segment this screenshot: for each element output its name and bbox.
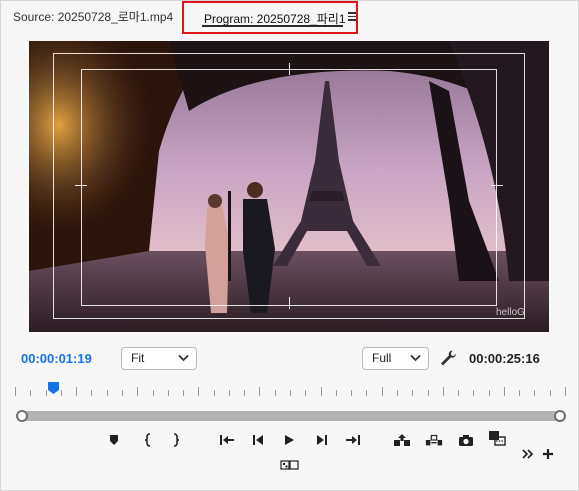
go-to-out-icon	[346, 435, 360, 445]
playhead-indicator[interactable]	[48, 382, 59, 394]
lift-icon	[394, 434, 410, 446]
marker-icon	[110, 435, 118, 445]
program-tab-highlight: Program: 20250728_파리1	[182, 1, 358, 34]
ruler-tick	[473, 390, 474, 396]
mark-out-icon	[173, 433, 180, 447]
active-tab-underline	[202, 25, 343, 27]
tab-program-monitor[interactable]: Program: 20250728_파리1	[204, 3, 346, 35]
ruler-tick	[565, 387, 566, 396]
play-icon	[285, 435, 294, 445]
ruler-tick	[137, 387, 138, 396]
playback-resolution-dropdown[interactable]: Full	[362, 347, 429, 370]
extract-icon	[425, 434, 443, 446]
chevron-down-icon	[410, 354, 421, 362]
zoom-scroll-track[interactable]	[20, 411, 562, 421]
ruler-tick	[30, 390, 31, 396]
go-to-out-button[interactable]	[344, 431, 362, 449]
panel-tab-bar: Source: 20250728_로마1.mp4 Program: 202507…	[1, 1, 578, 34]
ruler-tick	[290, 390, 291, 396]
ruler-tick	[15, 387, 16, 396]
time-ruler[interactable]	[15, 381, 566, 399]
plus-icon[interactable]	[541, 447, 555, 461]
ruler-tick	[550, 390, 551, 396]
export-frame-icon	[459, 434, 473, 446]
ruler-tick	[122, 390, 123, 396]
ruler-tick	[61, 390, 62, 396]
insert-clip-icon	[489, 431, 506, 446]
insert-clip-button[interactable]	[488, 429, 506, 447]
duration-timecode: 00:00:25:16	[469, 351, 540, 366]
ruler-tick	[534, 390, 535, 396]
zoom-level-value: Fit	[131, 351, 145, 365]
ruler-tick	[229, 390, 230, 396]
comparison-view-icon[interactable]	[280, 458, 300, 472]
step-back-icon	[252, 435, 263, 445]
zoom-handle-right[interactable]	[554, 410, 566, 422]
hamburger-icon[interactable]	[348, 12, 356, 22]
playback-resolution-value: Full	[372, 351, 392, 365]
extract-button[interactable]	[425, 431, 443, 449]
safe-guide-tick-left	[75, 185, 87, 186]
mark-in-icon	[144, 433, 151, 447]
go-to-in-button[interactable]	[218, 431, 236, 449]
mark-out-button[interactable]	[167, 431, 185, 449]
ruler-tick	[107, 390, 108, 396]
ruler-tick	[366, 390, 367, 396]
ruler-tick	[214, 390, 215, 396]
safe-guide-tick-right	[491, 185, 503, 186]
ruler-tick	[168, 390, 169, 396]
ruler-tick	[382, 387, 383, 396]
ruler-tick	[259, 387, 260, 396]
ruler-tick	[412, 390, 413, 396]
ruler-tick	[443, 387, 444, 396]
add-marker-button[interactable]	[105, 431, 123, 449]
wrench-icon[interactable]	[440, 349, 457, 366]
mark-in-button[interactable]	[139, 431, 157, 449]
chevron-down-icon	[178, 354, 189, 362]
ruler-tick	[519, 390, 520, 396]
zoom-level-dropdown[interactable]: Fit	[121, 347, 197, 370]
playhead-timecode[interactable]: 00:00:01:19	[21, 351, 92, 366]
lift-button[interactable]	[393, 431, 411, 449]
export-frame-button[interactable]	[457, 431, 475, 449]
ruler-tick	[458, 390, 459, 396]
zoom-handle-left[interactable]	[16, 410, 28, 422]
zoom-scroll-bar[interactable]	[16, 410, 566, 422]
ruler-tick	[305, 390, 306, 396]
ruler-tick	[336, 390, 337, 396]
ruler-tick	[351, 390, 352, 396]
step-back-button[interactable]	[249, 431, 267, 449]
ruler-tick	[321, 387, 322, 396]
step-forward-button[interactable]	[312, 431, 330, 449]
ruler-tick	[153, 390, 154, 396]
play-button[interactable]	[280, 431, 298, 449]
ruler-tick	[198, 387, 199, 396]
step-forward-icon	[316, 435, 327, 445]
title-safe-guide	[81, 69, 497, 306]
ruler-tick	[428, 390, 429, 396]
ruler-tick	[244, 390, 245, 396]
safe-guide-tick-bottom	[289, 297, 290, 309]
video-viewer[interactable]: helloG	[29, 41, 549, 332]
tab-source-monitor[interactable]: Source: 20250728_로마1.mp4	[13, 1, 173, 33]
ruler-tick	[489, 390, 490, 396]
ruler-tick	[397, 390, 398, 396]
chevron-double-right-icon[interactable]	[521, 447, 535, 461]
go-to-in-icon	[220, 435, 234, 445]
ruler-tick	[46, 390, 47, 396]
program-monitor-panel: Source: 20250728_로마1.mp4 Program: 202507…	[0, 0, 579, 491]
ruler-tick	[275, 390, 276, 396]
safe-guide-tick-top	[289, 63, 290, 75]
ruler-tick	[504, 387, 505, 396]
ruler-tick	[183, 390, 184, 396]
ruler-tick	[76, 387, 77, 396]
ruler-tick	[91, 390, 92, 396]
